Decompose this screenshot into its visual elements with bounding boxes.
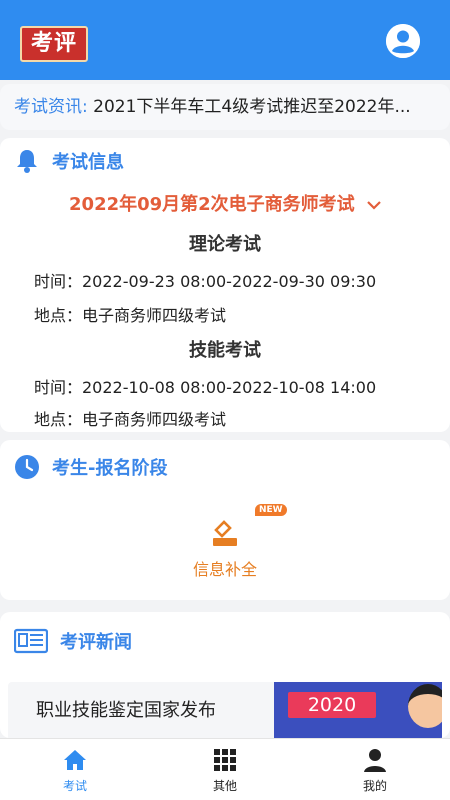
skill-time: 时间：2022-10-08 08:00-2022-10-08 14:00 <box>34 378 377 397</box>
account-circle-icon <box>386 24 420 58</box>
skill-location: 地点：电子商务师四级考试 <box>34 410 227 429</box>
info-complete-label: 信息补全 <box>192 560 257 579</box>
tab-mine[interactable]: 我的 <box>300 739 450 800</box>
edit-form-icon <box>208 516 242 550</box>
tab-exam-label: 考试 <box>62 779 87 793</box>
news-header: 考评新闻 <box>14 628 132 654</box>
person-icon <box>362 747 388 773</box>
exam-selector[interactable]: 2022年09月第2次电子商务师考试 <box>0 190 450 216</box>
news-title: 考评新闻 <box>60 632 132 653</box>
news-list-item[interactable]: 职业技能鉴定国家发布 2020 <box>8 682 442 738</box>
home-icon <box>62 747 88 773</box>
clock-icon <box>14 454 40 480</box>
profile-button[interactable] <box>386 24 420 58</box>
exam-info-card: 考试信息 2022年09月第2次电子商务师考试 理论考试 时间：2022-09-… <box>0 138 450 432</box>
tab-other[interactable]: 其他 <box>150 739 300 800</box>
news-thumbnail: 2020 <box>274 682 442 738</box>
new-badge: NEW <box>255 504 287 516</box>
tab-mine-label: 我的 <box>362 779 387 793</box>
news-card: 考评新闻 职业技能鉴定国家发布 2020 <box>0 612 450 738</box>
chevron-down-icon <box>367 194 381 215</box>
bell-icon <box>14 148 40 174</box>
theory-heading: 理论考试 <box>189 234 261 255</box>
stage-title: 考生-报名阶段 <box>52 458 168 479</box>
skill-heading: 技能考试 <box>189 340 261 361</box>
app-logo: 考评 <box>20 26 88 62</box>
thumb-year: 2020 <box>288 692 376 718</box>
ticker-text: 2021下半年车工4级考试推迟至2022年... <box>93 97 411 117</box>
stage-card: 考生-报名阶段 NEW 信息补全 <box>0 440 450 600</box>
theory-time: 时间：2022-09-23 08:00-2022-09-30 09:30 <box>34 272 377 291</box>
news-ticker[interactable]: 考试资讯: 2021下半年车工4级考试推迟至2022年... <box>0 84 450 130</box>
tab-exam[interactable]: 考试 <box>0 739 150 800</box>
grid-icon <box>212 747 238 773</box>
stage-header: 考生-报名阶段 <box>14 454 167 480</box>
selected-exam: 2022年09月第2次电子商务师考试 <box>69 194 355 215</box>
bottom-tab-bar: 考试 其他 我的 <box>0 738 450 800</box>
info-complete-button[interactable]: NEW 信息补全 <box>165 504 287 584</box>
newspaper-icon <box>14 628 48 654</box>
exam-info-title: 考试信息 <box>52 152 124 173</box>
tab-other-label: 其他 <box>212 779 237 793</box>
app-header: 考评 <box>0 0 450 80</box>
exam-info-header: 考试信息 <box>14 148 124 174</box>
cartoon-face-image <box>408 684 442 728</box>
news-item-title: 职业技能鉴定国家发布 <box>36 700 216 721</box>
theory-location: 地点：电子商务师四级考试 <box>34 306 227 325</box>
ticker-prefix: 考试资讯: <box>14 97 88 117</box>
